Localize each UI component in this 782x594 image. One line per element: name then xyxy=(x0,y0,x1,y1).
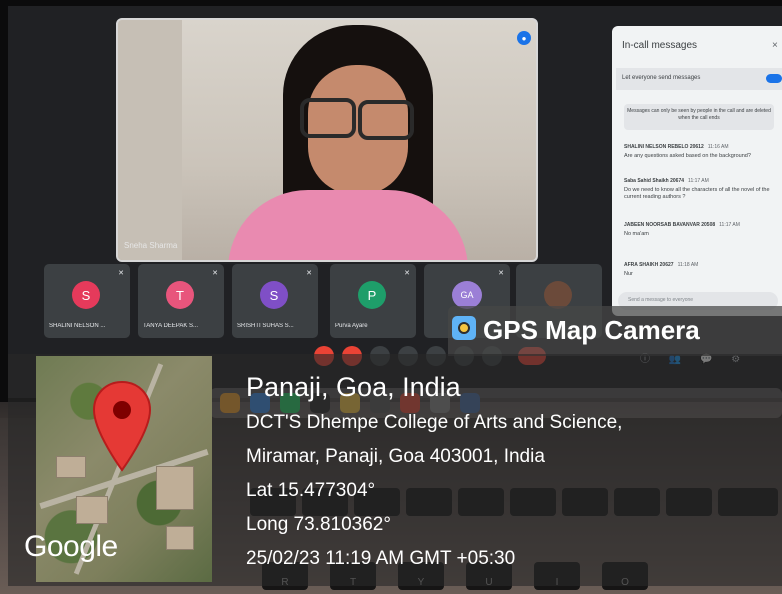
gps-camera-logo-icon xyxy=(452,316,476,340)
datetime-stamp: 25/02/23 11:19 AM GMT +05:30 xyxy=(246,548,516,569)
message-header: SHALINI NELSON REBELO 20612 11:16 AM xyxy=(624,144,729,150)
main-video-tile[interactable]: Sneha Sharma ● xyxy=(116,18,538,262)
participant-tile[interactable]: ✕ P Purva Ayare xyxy=(330,264,416,338)
google-logo: Google xyxy=(24,530,118,563)
mic-off-icon: ✕ xyxy=(306,270,312,277)
message-header: AFRA SHAIKH 20627 11:18 AM xyxy=(624,262,699,268)
mic-off-icon: ✕ xyxy=(498,270,504,277)
avatar: P xyxy=(358,281,386,309)
map-building xyxy=(166,526,194,550)
address-line-1: DCT'S Dhempe College of Arts and Science… xyxy=(246,412,623,433)
audio-indicator-icon: ● xyxy=(517,31,531,45)
address-line-2: Miramar, Panaji, Goa 403001, India xyxy=(246,446,545,467)
avatar: S xyxy=(72,281,100,309)
gps-camera-title: GPS Map Camera xyxy=(483,315,700,345)
message-text: Are any questions asked based on the bac… xyxy=(624,153,751,159)
glasses-left xyxy=(300,98,356,138)
chat-toggle-switch[interactable] xyxy=(766,74,782,83)
glasses-right xyxy=(358,100,414,140)
participant-name: SRISHTI SUHAS S... xyxy=(237,323,294,329)
latitude: Lat 15.477304° xyxy=(246,480,376,501)
speaker-name: Sneha Sharma xyxy=(124,241,178,250)
longitude: Long 73.810362° xyxy=(246,514,391,535)
participant-tile[interactable]: ✕ S SHALINI NELSON ... xyxy=(44,264,130,338)
location-title: Panaji, Goa, India xyxy=(246,372,461,402)
message-header: JABEEN NOORSAB BAVANVAR 20508 11:17 AM xyxy=(624,222,740,228)
participant-name: TANYA DEEPAK S... xyxy=(143,323,199,329)
in-call-messages-panel: In-call messages × Let everyone send mes… xyxy=(612,26,782,316)
avatar-photo xyxy=(544,281,572,309)
wall xyxy=(118,20,182,260)
chat-note: Messages can only be seen by people in t… xyxy=(624,104,774,130)
participant-name: SHALINI NELSON ... xyxy=(49,323,106,329)
participant-name: Purva Ayare xyxy=(335,323,368,329)
chat-toggle-label: Let everyone send messages xyxy=(622,75,701,81)
mic-off-icon: ✕ xyxy=(212,270,218,277)
avatar: S xyxy=(260,281,288,309)
mic-off-icon: ✕ xyxy=(118,270,124,277)
avatar: T xyxy=(166,281,194,309)
avatar: GA xyxy=(452,281,482,309)
participant-tile[interactable]: ✕ S SRISHTI SUHAS S... xyxy=(232,264,318,338)
close-icon[interactable]: × xyxy=(772,40,778,51)
participant-tile[interactable]: ✕ T TANYA DEEPAK S... xyxy=(138,264,224,338)
map-building xyxy=(156,466,194,510)
chat-title: In-call messages xyxy=(622,40,698,51)
message-header: Saba Sahid Shaikh 20674 11:17 AM xyxy=(624,178,709,184)
message-text: Do we need to know all the characters of… xyxy=(624,187,770,201)
mic-off-icon: ✕ xyxy=(404,270,410,277)
map-building xyxy=(76,496,108,524)
map-pin-icon xyxy=(92,380,152,472)
map-building xyxy=(56,456,86,478)
message-text: Nur xyxy=(624,271,633,277)
message-text: No ma'am xyxy=(624,231,649,237)
